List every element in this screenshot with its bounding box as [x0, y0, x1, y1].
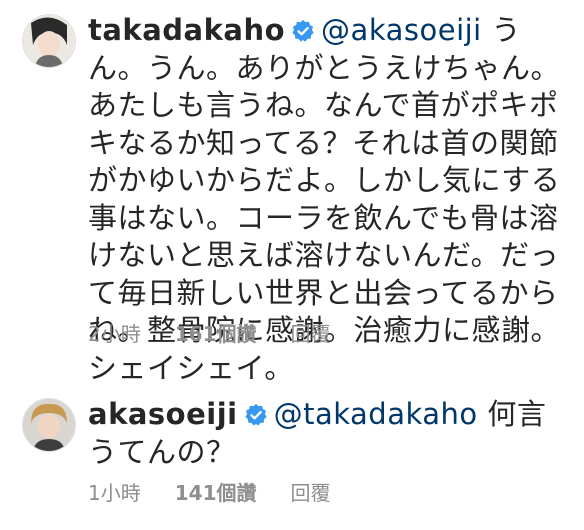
comment-meta: 1小時 141個讚 回覆 [88, 477, 330, 506]
mention-link[interactable]: @akasoeiji [321, 13, 482, 47]
username[interactable]: takadakaho [88, 13, 285, 47]
comment-meta: 2小時 161個讚 回覆 [88, 318, 330, 347]
verified-badge-icon [291, 15, 315, 42]
timestamp: 2小時 [88, 322, 141, 346]
verified-badge-icon [244, 399, 268, 426]
avatar[interactable] [22, 398, 76, 452]
reply-button[interactable]: 回覆 [290, 318, 330, 347]
comment-item: takadakaho @akasoeiji うん。うん。ありがとうえけちゃん。あた… [0, 0, 584, 385]
avatar[interactable] [22, 14, 76, 68]
like-count[interactable]: 161個讚 [175, 318, 257, 347]
user-avatar [23, 399, 75, 451]
mention-link[interactable]: @takadakaho [274, 397, 478, 431]
comment-item: akasoeiji @takadakaho 何言うてんの？ 1小時 141個讚 回… [0, 380, 584, 530]
like-count[interactable]: 141個讚 [175, 477, 257, 506]
comment-text: akasoeiji @takadakaho 何言うてんの？ [88, 396, 564, 471]
reply-button[interactable]: 回覆 [290, 477, 330, 506]
user-avatar [23, 15, 75, 67]
timestamp: 1小時 [88, 481, 141, 505]
username[interactable]: akasoeiji [88, 397, 238, 431]
